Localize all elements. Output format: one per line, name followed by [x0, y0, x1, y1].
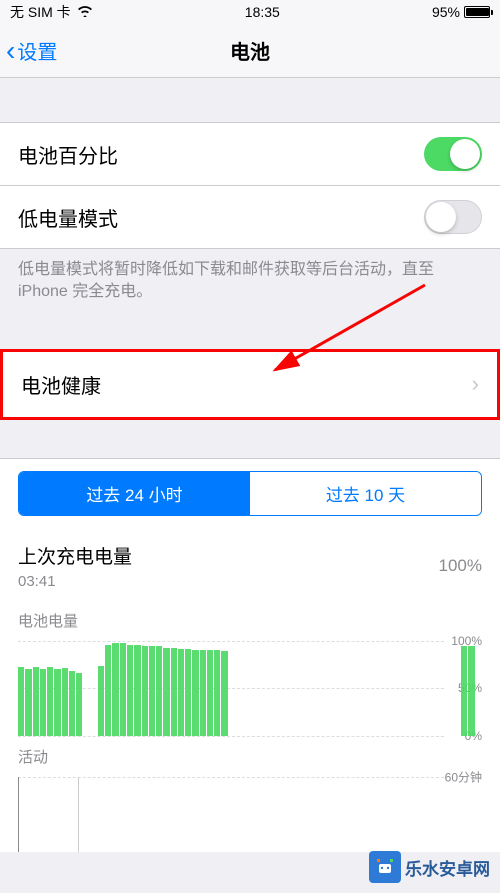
battery-pct-text: 95% — [432, 4, 460, 20]
last-charge-block: 上次充电电量 03:41 100% — [0, 528, 500, 600]
last-charge-title: 上次充电电量 — [18, 542, 482, 569]
low-power-mode-toggle[interactable] — [424, 200, 482, 234]
battery-level-label: 电池电量 — [18, 610, 482, 631]
activity-chart: 活动 60分钟 — [0, 736, 500, 852]
last-charge-time: 03:41 — [18, 573, 482, 590]
back-button[interactable]: ‹ 设置 — [0, 35, 57, 67]
last-charge-pct: 100% — [439, 556, 482, 576]
carrier-text: 无 SIM 卡 — [10, 2, 71, 22]
watermark-text: 乐水安卓网 — [405, 855, 490, 880]
battery-percentage-label: 电池百分比 — [18, 140, 118, 169]
time-range-segmented: 过去 24 小时 过去 10 天 — [18, 471, 482, 516]
seg-10d[interactable]: 过去 10 天 — [250, 472, 481, 515]
low-power-footer: 低电量模式将暂时降低如下载和邮件获取等后台活动，直至 iPhone 完全充电。 — [0, 249, 500, 314]
chart-section: 过去 24 小时 过去 10 天 上次充电电量 03:41 100% 电池电量 … — [0, 458, 500, 852]
watermark: 乐水安卓网 — [369, 851, 490, 883]
battery-health-label: 电池健康 — [21, 370, 101, 399]
low-power-mode-cell: 低电量模式 — [0, 185, 500, 249]
page-title: 电池 — [230, 36, 270, 65]
seg-24h[interactable]: 过去 24 小时 — [19, 472, 250, 515]
nav-bar: ‹ 设置 电池 — [0, 24, 500, 78]
status-time: 18:35 — [245, 4, 280, 20]
wifi-icon — [77, 4, 93, 20]
chevron-left-icon: ‹ — [6, 35, 15, 67]
status-bar: 无 SIM 卡 18:35 95% — [0, 0, 500, 24]
y-tick-60min: 60分钟 — [445, 768, 482, 785]
battery-level-chart: 电池电量 100% 50% 0% — [0, 600, 500, 736]
activity-label: 活动 — [18, 746, 482, 767]
battery-percentage-cell: 电池百分比 — [0, 122, 500, 186]
battery-health-cell[interactable]: 电池健康 › — [0, 349, 500, 420]
battery-percentage-toggle[interactable] — [424, 137, 482, 171]
watermark-icon — [369, 851, 401, 883]
chevron-right-icon: › — [472, 371, 479, 397]
low-power-mode-label: 低电量模式 — [18, 203, 118, 232]
back-label: 设置 — [17, 36, 57, 65]
battery-icon — [464, 6, 490, 18]
